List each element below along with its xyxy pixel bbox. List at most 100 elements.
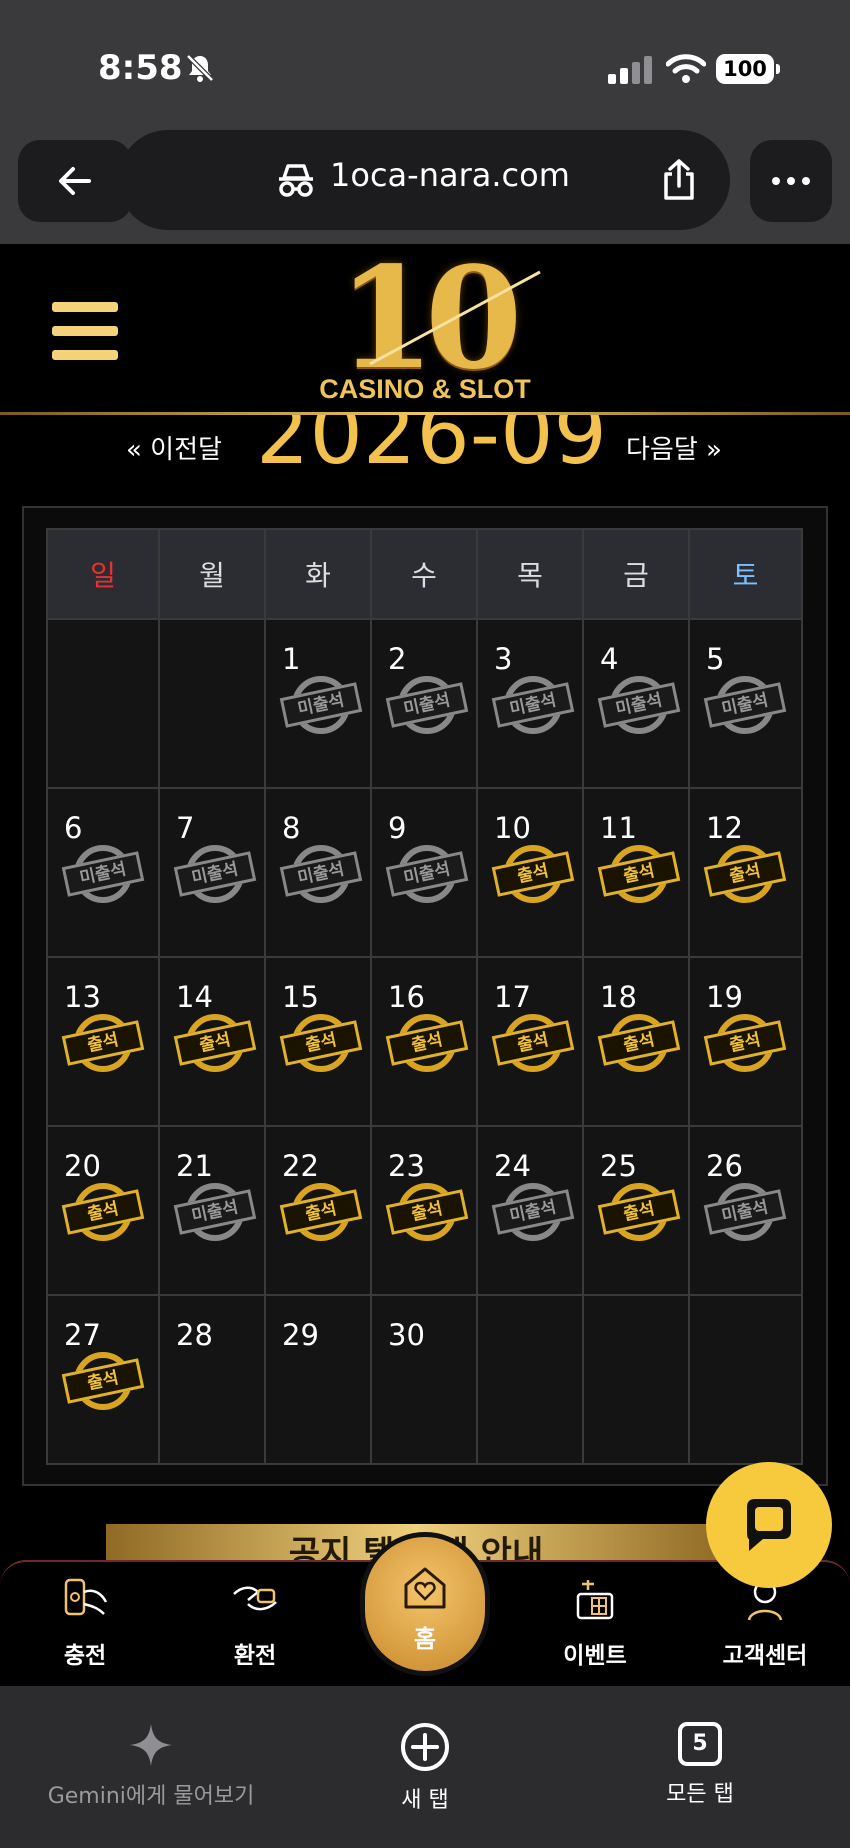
attendance-stamp-present: 출석 [703, 843, 787, 905]
calendar-day-cell[interactable]: 26 미출석 [688, 1125, 803, 1296]
weekday-header: 일 [46, 528, 160, 620]
attendance-stamp-present: 출석 [597, 1012, 681, 1074]
calendar-day-cell[interactable]: 20 출석 [46, 1125, 160, 1296]
next-month-link[interactable]: 다음달 » [626, 429, 722, 466]
calendar-empty-cell [158, 618, 266, 789]
wifi-icon [666, 54, 706, 83]
calendar-day-cell[interactable]: 16 출석 [370, 956, 478, 1127]
day-number: 7 [176, 811, 195, 845]
attendance-stamp-absent: 미출석 [491, 1181, 575, 1243]
day-number: 24 [494, 1149, 531, 1183]
calendar-week-row: 27 출석 28 29 30 [46, 1294, 803, 1465]
calendar-day-cell[interactable]: 12 출석 [688, 787, 803, 958]
attendance-stamp-present: 출석 [491, 1012, 575, 1074]
nav-exchange[interactable]: 환전 [190, 1572, 320, 1682]
calendar-day-cell[interactable]: 2 미출석 [370, 618, 478, 789]
calendar-day-cell[interactable]: 9 미출석 [370, 787, 478, 958]
hamburger-menu-icon[interactable] [52, 302, 118, 360]
day-number: 23 [388, 1149, 425, 1183]
calendar-day-cell[interactable]: 27 출석 [46, 1294, 160, 1465]
day-number: 29 [282, 1318, 319, 1352]
calendar-day-cell[interactable]: 15 출석 [264, 956, 372, 1127]
day-number: 16 [388, 980, 425, 1014]
calendar-grid: 일 월 화 수 목 금 토 1 미출석 2 미출석 3 미출석 4 미출석 5 미출석 6 미출석 7 미… [46, 528, 803, 1465]
nav-charge[interactable]: 충전 [20, 1572, 150, 1682]
attendance-stamp-present: 출석 [61, 1350, 145, 1412]
share-icon[interactable] [658, 158, 700, 202]
day-number: 2 [388, 642, 407, 676]
calendar-day-cell[interactable]: 25 출석 [582, 1125, 690, 1296]
day-number: 14 [176, 980, 213, 1014]
attendance-stamp-absent: 미출석 [61, 843, 145, 905]
calendar-day-cell[interactable]: 14 출석 [158, 956, 266, 1127]
attendance-stamp-present: 출석 [385, 1012, 469, 1074]
calendar-day-cell[interactable]: 5 미출석 [688, 618, 803, 789]
attendance-stamp-absent: 미출석 [703, 1181, 787, 1243]
calendar-day-cell[interactable]: 6 미출석 [46, 787, 160, 958]
day-number: 27 [64, 1318, 101, 1352]
more-menu-button[interactable] [750, 140, 832, 222]
calendar-day-cell[interactable]: 3 미출석 [476, 618, 584, 789]
day-number: 26 [706, 1149, 743, 1183]
gemini-label: Gemini에게 물어보기 [47, 1784, 255, 1809]
calendar-day-cell[interactable]: 11 출석 [582, 787, 690, 958]
arrow-left-icon [59, 167, 91, 195]
calendar-day-cell[interactable]: 17 출석 [476, 956, 584, 1127]
calendar-empty-cell [582, 1294, 690, 1465]
attendance-stamp-absent: 미출석 [279, 674, 363, 736]
calendar-day-cell[interactable]: 8 미출석 [264, 787, 372, 958]
day-number: 4 [600, 642, 619, 676]
weekday-header: 토 [688, 528, 803, 620]
plus-circle-icon [401, 1723, 449, 1771]
weekday-header: 수 [370, 528, 478, 620]
calendar-day-cell[interactable]: 19 출석 [688, 956, 803, 1127]
calendar-day-cell[interactable]: 7 미출석 [158, 787, 266, 958]
calendar-day-cell[interactable]: 18 출석 [582, 956, 690, 1127]
day-number: 25 [600, 1149, 637, 1183]
calendar-empty-cell [46, 618, 160, 789]
weekday-header: 목 [476, 528, 584, 620]
calendar-day-cell[interactable]: 21 미출석 [158, 1125, 266, 1296]
ellipsis-icon [772, 177, 810, 185]
attendance-stamp-present: 출석 [173, 1012, 257, 1074]
day-number: 13 [64, 980, 101, 1014]
ask-gemini-button[interactable]: Gemini에게 물어보기 [46, 1722, 256, 1810]
calendar-day-cell[interactable]: 10 출석 [476, 787, 584, 958]
gemini-sparkle-icon [130, 1724, 172, 1766]
address-bar[interactable]: 1oca-nara.com [118, 130, 730, 230]
calendar-day-cell[interactable]: 24 미출석 [476, 1125, 584, 1296]
charge-icon [64, 1578, 108, 1616]
chat-button[interactable] [706, 1462, 832, 1588]
nav-event[interactable]: 이벤트 [530, 1572, 660, 1682]
all-tabs-button[interactable]: 5 모든 탭 [650, 1722, 750, 1808]
weekday-header: 월 [158, 528, 266, 620]
logo-slash [369, 270, 541, 366]
attendance-stamp-absent: 미출석 [385, 843, 469, 905]
day-number: 30 [388, 1318, 425, 1352]
calendar-day-cell[interactable]: 22 출석 [264, 1125, 372, 1296]
browser-top-chrome: 8:58 100 1oca-nara.com [0, 0, 850, 244]
home-button[interactable]: 홈 [360, 1532, 490, 1676]
new-tab-button[interactable]: 새 탭 [380, 1722, 470, 1814]
calendar-day-cell[interactable]: 1 미출석 [264, 618, 372, 789]
calendar-day-cell[interactable]: 30 [370, 1294, 478, 1465]
calendar-day-cell[interactable]: 23 출석 [370, 1125, 478, 1296]
logo-subtitle: CASINO & SLOT [319, 374, 531, 404]
prev-month-link[interactable]: « 이전달 [126, 429, 222, 466]
attendance-stamp-present: 출석 [61, 1181, 145, 1243]
day-number: 3 [494, 642, 513, 676]
attendance-stamp-absent: 미출석 [385, 674, 469, 736]
day-number: 6 [64, 811, 83, 845]
calendar-day-cell[interactable]: 28 [158, 1294, 266, 1465]
nav-support[interactable]: 고객센터 [700, 1572, 830, 1682]
attendance-stamp-absent: 미출석 [597, 674, 681, 736]
calendar-day-cell[interactable]: 29 [264, 1294, 372, 1465]
nav-charge-label: 충전 [63, 1643, 107, 1669]
back-button[interactable] [18, 140, 132, 222]
nav-event-label: 이벤트 [563, 1643, 627, 1669]
calendar-day-cell[interactable]: 4 미출석 [582, 618, 690, 789]
cell-signal-icon [608, 56, 652, 84]
calendar-day-cell[interactable]: 13 출석 [46, 956, 160, 1127]
site-logo[interactable]: 10 CASINO & SLOT [310, 249, 541, 404]
weekday-header: 금 [582, 528, 690, 620]
